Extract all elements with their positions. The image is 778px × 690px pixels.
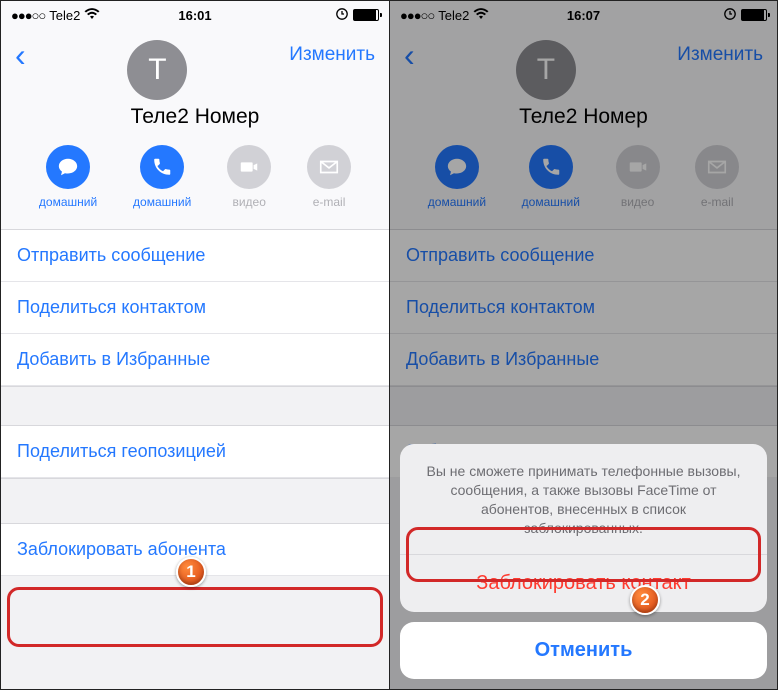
highlight-block-caller	[7, 587, 383, 647]
contact-options-list: Отправить сообщение Поделиться контактом…	[390, 230, 777, 478]
phone-right: ●●●○○ Tele2 16:07 ‹ T Изменить Теле2 Ном…	[389, 1, 777, 689]
action-label: e-mail	[701, 195, 734, 209]
sheet-message: Вы не сможете принимать телефонные вызов…	[400, 444, 767, 554]
contact-actions-row: домашний домашний видео e-mail	[1, 139, 389, 230]
action-video: видео	[227, 145, 271, 209]
phone-icon	[140, 145, 184, 189]
action-call[interactable]: домашний	[133, 145, 191, 209]
message-icon	[46, 145, 90, 189]
list-separator	[1, 386, 389, 426]
statusbar: ●●●○○ Tele2 16:07	[390, 1, 777, 29]
action-label: видео	[621, 195, 654, 209]
action-label: видео	[232, 195, 265, 209]
edit-button[interactable]: Изменить	[677, 44, 763, 66]
mail-icon	[307, 145, 351, 189]
contact-options-list: Отправить сообщение Поделиться контактом…	[1, 230, 389, 576]
clock: 16:01	[1, 8, 389, 23]
share-location[interactable]: Поделиться геопозицией	[1, 426, 389, 478]
action-label: домашний	[428, 195, 486, 209]
step-badge-2: 2	[630, 585, 660, 615]
share-contact[interactable]: Поделиться контактом	[1, 282, 389, 334]
phone-left: ●●●○○ Tele2 16:01 ‹ T Изменить Теле2 Ном…	[1, 1, 389, 689]
avatar-letter: T	[537, 53, 555, 87]
action-message[interactable]: домашний	[39, 145, 97, 209]
action-call[interactable]: домашний	[522, 145, 580, 209]
send-message[interactable]: Отправить сообщение	[1, 230, 389, 282]
add-favorites[interactable]: Добавить в Избранные	[1, 334, 389, 386]
statusbar: ●●●○○ Tele2 16:01	[1, 1, 389, 29]
action-label: e-mail	[313, 195, 346, 209]
clock: 16:07	[390, 8, 777, 23]
action-video: видео	[616, 145, 660, 209]
contact-actions-row: домашний домашний видео e-mail	[390, 139, 777, 230]
block-contact-button[interactable]: Заблокировать контакт	[400, 555, 767, 612]
action-sheet: Вы не сможете принимать телефонные вызов…	[400, 444, 767, 679]
action-label: домашний	[133, 195, 191, 209]
action-message[interactable]: домашний	[428, 145, 486, 209]
nav-header: ‹ T Изменить	[1, 29, 389, 81]
step-badge-1: 1	[176, 557, 206, 587]
action-email: e-mail	[695, 145, 739, 209]
video-icon	[616, 145, 660, 189]
send-message[interactable]: Отправить сообщение	[390, 230, 777, 282]
phone-icon	[529, 145, 573, 189]
avatar: T	[516, 40, 576, 100]
cancel-button[interactable]: Отменить	[400, 622, 767, 679]
battery-icon	[741, 9, 767, 21]
video-icon	[227, 145, 271, 189]
add-favorites[interactable]: Добавить в Избранные	[390, 334, 777, 386]
share-contact[interactable]: Поделиться контактом	[390, 282, 777, 334]
list-separator	[390, 386, 777, 426]
contact-name: Теле2 Номер	[390, 81, 777, 139]
back-chevron-icon[interactable]: ‹	[15, 37, 26, 74]
action-sheet-panel: Вы не сможете принимать телефонные вызов…	[400, 444, 767, 612]
battery-icon	[353, 9, 379, 21]
contact-name: Теле2 Номер	[1, 81, 389, 139]
action-email: e-mail	[307, 145, 351, 209]
nav-header: ‹ T Изменить	[390, 29, 777, 81]
action-label: домашний	[39, 195, 97, 209]
action-label: домашний	[522, 195, 580, 209]
edit-button[interactable]: Изменить	[289, 44, 375, 66]
message-icon	[435, 145, 479, 189]
list-separator	[1, 478, 389, 524]
back-chevron-icon[interactable]: ‹	[404, 37, 415, 74]
avatar-letter: T	[148, 53, 166, 87]
mail-icon	[695, 145, 739, 189]
